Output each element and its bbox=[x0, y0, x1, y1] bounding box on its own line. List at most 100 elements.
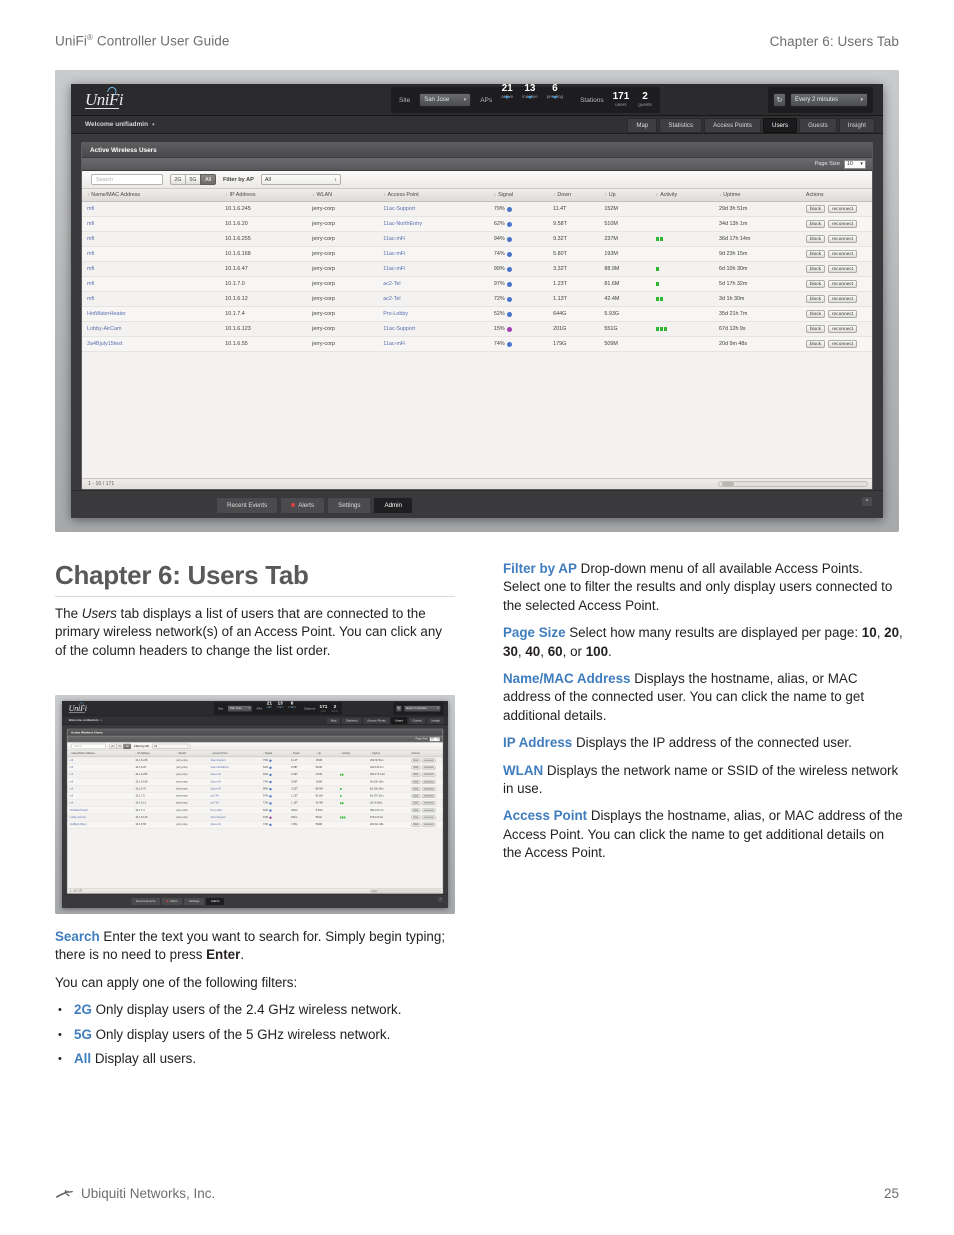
block-button-mini[interactable]: block bbox=[411, 801, 421, 806]
page-size-select[interactable]: 10 ▾ bbox=[844, 159, 866, 169]
bottom-tab-recent-events[interactable]: Recent Events bbox=[216, 496, 279, 513]
reconnect-button[interactable]: reconnect bbox=[828, 250, 858, 258]
block-button[interactable]: block bbox=[805, 250, 826, 258]
reconnect-button[interactable]: reconnect bbox=[828, 340, 858, 348]
access-point-link-mini[interactable]: 11ac-mFi bbox=[210, 823, 220, 826]
band-filter-all-mini[interactable]: All bbox=[123, 743, 131, 750]
user-name-link[interactable]: HotWaterHeater bbox=[87, 311, 126, 317]
column-header-down[interactable]: ↕ Down bbox=[548, 189, 600, 202]
user-name-link[interactable]: mfi bbox=[87, 296, 94, 302]
access-point-link-mini[interactable]: 11ac-mFi bbox=[210, 773, 220, 776]
refresh-interval-select[interactable]: Every 2 minutes ▾ bbox=[790, 93, 868, 107]
column-header-activity[interactable]: ↕ Activity bbox=[650, 189, 714, 202]
access-point-link-mini[interactable]: 11ac-mFi bbox=[210, 780, 220, 783]
block-button[interactable]: block bbox=[805, 295, 826, 303]
reconnect-button[interactable]: reconnect bbox=[828, 220, 858, 228]
access-point-link[interactable]: 11ac-mFi bbox=[383, 266, 405, 272]
access-point-link[interactable]: 11ac-mFi bbox=[383, 236, 405, 242]
reconnect-button[interactable]: reconnect bbox=[828, 310, 858, 318]
collapse-button[interactable]: ^ bbox=[861, 496, 873, 507]
stations-guests-stat[interactable]: 2 guests bbox=[638, 92, 652, 108]
block-button-mini[interactable]: block bbox=[411, 822, 421, 827]
bottom-tab-settings-mini[interactable]: Settings bbox=[183, 897, 205, 905]
user-name-link-mini[interactable]: mfi bbox=[70, 802, 73, 805]
user-name-link-mini[interactable]: mfi bbox=[70, 788, 73, 791]
user-name-link[interactable]: mfi bbox=[87, 236, 94, 242]
block-button-mini[interactable]: block bbox=[411, 808, 421, 813]
nav-tab-users[interactable]: Users bbox=[762, 118, 798, 133]
user-name-link-mini[interactable]: mfi bbox=[70, 766, 73, 769]
horizontal-scrollbar[interactable] bbox=[718, 481, 868, 487]
user-name-link-mini[interactable]: mfi bbox=[70, 759, 73, 762]
column-header-uptime[interactable]: ↕ Uptime bbox=[713, 189, 801, 202]
block-button[interactable]: block bbox=[805, 205, 826, 213]
horizontal-scrollbar-mini[interactable] bbox=[369, 889, 441, 893]
access-point-link[interactable]: 11ac-Support bbox=[383, 326, 415, 332]
access-point-link[interactable]: 11ac-Support bbox=[383, 206, 415, 212]
access-point-link[interactable]: 11ac-mFi bbox=[383, 251, 405, 257]
aps-active-stat[interactable]: 21 active bbox=[501, 84, 513, 116]
filter-by-ap-select-mini[interactable]: All ↕ bbox=[152, 743, 191, 750]
column-header-wlan[interactable]: ↕ WLAN bbox=[307, 189, 379, 202]
site-select-mini[interactable]: San Jose ▾ bbox=[227, 705, 253, 712]
reconnect-button[interactable]: reconnect bbox=[828, 325, 858, 333]
reconnect-button-mini[interactable]: reconnect bbox=[421, 822, 436, 827]
nav-tab-map-mini[interactable]: Map bbox=[326, 717, 341, 725]
access-point-link-mini[interactable]: Pro-Lobby bbox=[210, 809, 222, 812]
nav-tab-statistics-mini[interactable]: Statistics bbox=[341, 717, 363, 725]
user-name-link[interactable]: 3a4Bjuly15test bbox=[87, 341, 122, 347]
page-size-select-mini[interactable]: 10 ▾ bbox=[429, 736, 440, 742]
refresh-icon-mini[interactable]: ↻ bbox=[395, 705, 402, 712]
block-button-mini[interactable]: block bbox=[411, 794, 421, 798]
nav-tab-access-points-mini[interactable]: Access Points bbox=[362, 717, 391, 725]
block-button[interactable]: block bbox=[805, 340, 826, 348]
access-point-link[interactable]: 11ac-NorthEntry bbox=[383, 221, 422, 227]
welcome-text-mini[interactable]: Welcome unifiadmin bbox=[69, 719, 99, 722]
reconnect-button-mini[interactable]: reconnect bbox=[421, 815, 436, 820]
user-name-link[interactable]: Lobby-AirCam bbox=[87, 326, 121, 332]
block-button[interactable]: block bbox=[805, 220, 826, 228]
stations-users-stat[interactable]: 171 users bbox=[613, 92, 630, 108]
user-name-link[interactable]: mfi bbox=[87, 206, 94, 212]
band-filter-5g[interactable]: 5G bbox=[185, 174, 201, 185]
user-name-link-mini[interactable]: 3a4Bjuly15test bbox=[70, 823, 87, 826]
aps-inactive-stat-mini[interactable]: 13 inactive bbox=[276, 701, 284, 717]
reconnect-button-mini[interactable]: reconnect bbox=[421, 787, 436, 791]
block-button[interactable]: block bbox=[805, 265, 826, 273]
reconnect-button[interactable]: reconnect bbox=[828, 205, 858, 213]
user-name-link[interactable]: mfi bbox=[87, 251, 94, 257]
reconnect-button[interactable]: reconnect bbox=[828, 235, 858, 243]
search-input-mini[interactable]: Search bbox=[71, 743, 106, 750]
block-button-mini[interactable]: block bbox=[411, 758, 421, 763]
bottom-tab-admin[interactable]: Admin bbox=[373, 496, 413, 513]
reconnect-button-mini[interactable]: reconnect bbox=[421, 758, 436, 763]
reconnect-button-mini[interactable]: reconnect bbox=[421, 808, 436, 813]
reconnect-button-mini[interactable]: reconnect bbox=[421, 801, 436, 806]
band-filter-all[interactable]: All bbox=[200, 174, 216, 185]
access-point-link-mini[interactable]: ac2-Tel bbox=[210, 795, 218, 798]
column-header-ip-address[interactable]: ↕ IP Address bbox=[220, 189, 308, 202]
block-button[interactable]: block bbox=[805, 325, 826, 333]
site-select[interactable]: San Jose ▾ bbox=[419, 93, 472, 107]
block-button[interactable]: block bbox=[805, 310, 826, 318]
access-point-link-mini[interactable]: ac2-Tel bbox=[210, 802, 218, 805]
column-header-signal[interactable]: ↕ Signal bbox=[488, 189, 549, 202]
block-button-mini[interactable]: block bbox=[411, 815, 421, 820]
scrollbar-thumb-mini[interactable] bbox=[371, 890, 378, 893]
access-point-link-mini[interactable]: 11ac-Support bbox=[210, 759, 225, 762]
aps-active-stat-mini[interactable]: 21 active bbox=[266, 701, 272, 717]
nav-tab-map[interactable]: Map bbox=[627, 118, 658, 133]
user-name-link[interactable]: mfi bbox=[87, 221, 94, 227]
access-point-link[interactable]: ac2-Tel bbox=[383, 296, 400, 302]
nav-tab-insight[interactable]: Insight bbox=[838, 118, 875, 133]
refresh-icon[interactable]: ↻ bbox=[773, 93, 786, 107]
aps-inactive-stat[interactable]: 13 inactive bbox=[522, 84, 538, 116]
stations-guests-stat-mini[interactable]: 2 guests bbox=[332, 705, 338, 712]
block-button-mini[interactable]: block bbox=[411, 787, 421, 791]
collapse-button-mini[interactable]: ^ bbox=[437, 896, 444, 903]
bottom-tab-admin-mini[interactable]: Admin bbox=[205, 897, 225, 905]
scrollbar-thumb[interactable] bbox=[722, 482, 734, 486]
block-button[interactable]: block bbox=[805, 235, 826, 243]
user-name-link-mini[interactable]: HotWaterHeater bbox=[70, 809, 88, 812]
user-name-link[interactable]: mfi bbox=[87, 266, 94, 272]
